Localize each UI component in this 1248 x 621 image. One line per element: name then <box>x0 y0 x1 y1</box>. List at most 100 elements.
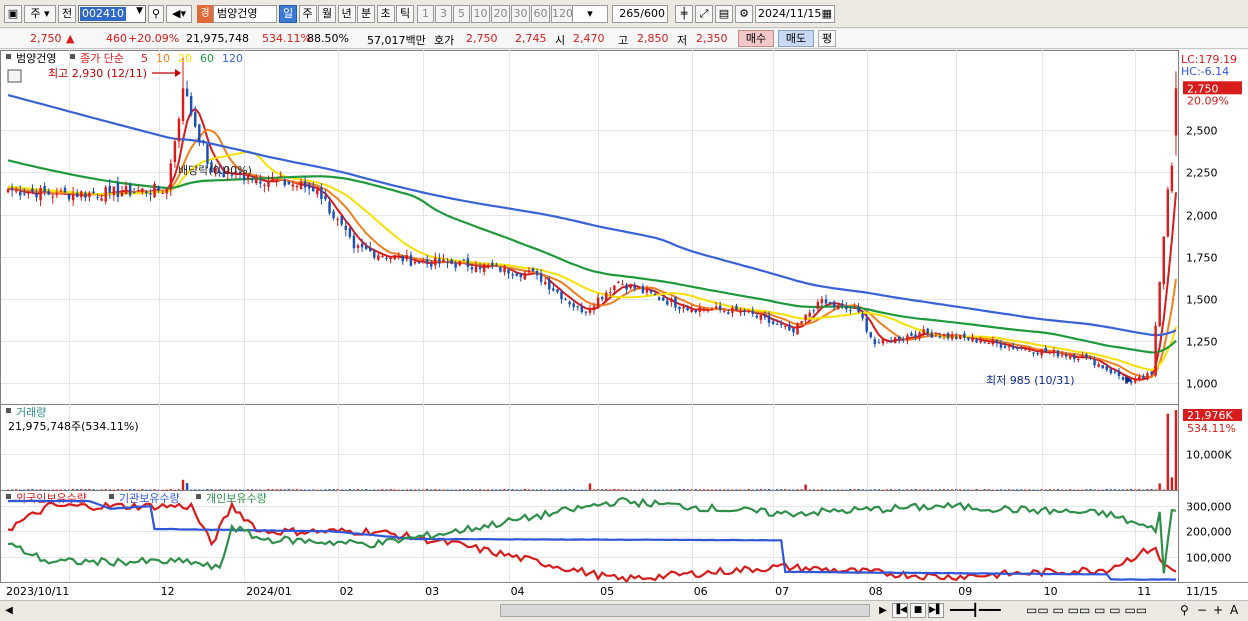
zoom-out-icon[interactable]: ⚲ <box>1180 603 1189 618</box>
candle-body <box>1052 350 1056 354</box>
candle-body <box>552 288 555 291</box>
layout-icons[interactable]: ▭▭ ▭ ▭▭ ▭ ▭ ▭▭ <box>1026 603 1147 618</box>
prev-button[interactable]: 전 <box>58 5 76 23</box>
volume-bar-2023/12/12 <box>185 483 189 490</box>
count-field[interactable]: 265/600 <box>612 5 668 23</box>
gear-icon[interactable]: ⚙ <box>735 5 753 23</box>
interval-button-120[interactable]: 120 <box>551 5 573 23</box>
interval-button-30[interactable]: 30 <box>511 5 530 23</box>
chevron-down-icon[interactable]: ▼ <box>136 6 143 16</box>
candle-body <box>633 285 636 289</box>
candle-body <box>88 192 91 198</box>
zoom-slider[interactable]: ━━━┫━━━ <box>950 603 1020 618</box>
interval-button-3[interactable]: 3 <box>435 5 452 23</box>
change-percent: +20.09% <box>128 32 180 45</box>
candle-body <box>495 264 498 266</box>
buy-button[interactable]: 매수 <box>738 30 774 47</box>
volume-bar-2024/04/09 <box>531 489 535 491</box>
candle-body <box>194 112 197 127</box>
volume-bar-2024/04/05 <box>523 489 527 490</box>
volume-bar-2024/01/29 <box>324 489 327 491</box>
period-main-select[interactable]: 주 ▾ <box>24 5 56 23</box>
period-button-0[interactable]: 일 <box>279 5 297 23</box>
scroll-thumb[interactable] <box>500 604 870 617</box>
interval-button-20[interactable]: 20 <box>491 5 510 23</box>
search-icon[interactable]: ⚲ <box>148 5 164 23</box>
volume-bar-2024/05/10 <box>625 489 628 491</box>
volume-bar-2024/06/11 <box>714 489 718 491</box>
ask-value: 2,750 <box>466 32 498 45</box>
candle-type-icon[interactable]: ╪ <box>675 5 693 23</box>
candle-body <box>279 176 282 178</box>
candle-body <box>702 309 706 311</box>
volume-bar-2024/08/13 <box>898 489 901 491</box>
candle-body <box>824 299 828 304</box>
volume-bar-2024/10/11 <box>1073 489 1076 491</box>
speaker-icon[interactable]: ◀▾ <box>166 5 192 23</box>
candle-body <box>605 292 608 301</box>
volume-bar-2024/04/08 <box>527 489 531 491</box>
volume-bar-2024/02/29 <box>417 489 421 491</box>
volume-bar-2024/10/21 <box>1097 489 1100 491</box>
code-value: 002410 <box>80 7 126 21</box>
sell-button[interactable]: 매도 <box>778 30 814 47</box>
candle-body <box>959 334 962 339</box>
grid-toggle-icon[interactable] <box>7 69 22 83</box>
volume-bar-2024/08/29 <box>946 489 950 491</box>
candle-body <box>462 259 466 261</box>
price-tick-label-6: 2,500 <box>1186 125 1218 138</box>
stock-name-field[interactable]: 범양건영 <box>213 5 277 23</box>
period-button-3[interactable]: 년 <box>337 5 356 23</box>
draw-tool-icon[interactable]: ⤢ <box>695 5 713 23</box>
volume-bar-2024/04/22 <box>568 489 571 491</box>
save-icon[interactable]: ▤ <box>715 5 733 23</box>
volume-bar-2024/03/13 <box>454 489 457 491</box>
period-button-5[interactable]: 초 <box>376 5 395 23</box>
candle-body <box>1105 366 1109 371</box>
candle-body <box>255 178 258 184</box>
interval-button-1[interactable]: 1 <box>417 5 434 23</box>
volume-bar-2023/10/18 <box>27 489 30 490</box>
volume-bar-2024/10/15 <box>1081 489 1084 491</box>
candle-body <box>23 193 26 195</box>
candle-body <box>889 340 893 343</box>
interval-select[interactable]: ▾ <box>572 5 608 23</box>
calendar-icon[interactable]: ▦ <box>822 6 832 22</box>
jump-first-icon[interactable]: ▐◀ <box>892 603 908 618</box>
font-size-icon[interactable]: A <box>1230 603 1238 618</box>
x-label-3: 02 <box>340 585 354 598</box>
volume-bar-2024/09/17 <box>999 489 1003 491</box>
scroll-left-arrow-icon[interactable]: ◀ <box>2 603 16 618</box>
minus-icon[interactable]: − <box>1197 603 1207 618</box>
period-button-2[interactable]: 월 <box>318 5 336 23</box>
candle-body <box>1158 281 1161 327</box>
interval-button-60[interactable]: 60 <box>531 5 550 23</box>
candle-body <box>657 297 661 300</box>
period-button-6[interactable]: 틱 <box>396 5 414 23</box>
volume-bar-2024/06/12 <box>718 489 722 491</box>
volume-bar-2024/06/19 <box>739 489 742 491</box>
volume-bar-2024/05/31 <box>686 489 689 491</box>
volume-bar-2024/06/24 <box>751 489 754 491</box>
scroll-right-arrow-icon[interactable]: ▶ <box>876 603 890 618</box>
candle-body <box>670 299 673 303</box>
date-field[interactable]: 2024/11/15 ▦ <box>755 5 835 23</box>
candle-body <box>389 257 392 260</box>
volume-bar-2024/07/04 <box>784 489 787 490</box>
volume-bar-2023/10/19 <box>31 489 34 490</box>
code-input[interactable]: 002410 ▼ <box>78 5 146 23</box>
chart-area[interactable]: 1,0001,2501,5001,7502,0002,2502,500LC:17… <box>0 50 1248 600</box>
jump-last-icon[interactable]: ▶▌ <box>928 603 944 618</box>
volume-bar-2024/04/17 <box>556 489 559 491</box>
window-menu-icon[interactable]: ▣ <box>4 5 22 23</box>
scroll-bar: ◀ ▶ ▐◀ ■ ▶▌ ━━━┫━━━ ▭▭ ▭ ▭▭ ▭ ▭ ▭▭ ⚲ − +… <box>0 600 1248 621</box>
volume-bar-2024/10/01 <box>1040 489 1043 491</box>
average-button[interactable]: 평 <box>818 30 836 47</box>
interval-button-10[interactable]: 10 <box>471 5 490 23</box>
period-button-4[interactable]: 분 <box>357 5 375 23</box>
stop-icon[interactable]: ■ <box>910 603 926 618</box>
plus-icon[interactable]: + <box>1213 603 1223 618</box>
volume-bar-2024/01/12 <box>279 489 282 491</box>
interval-button-5[interactable]: 5 <box>453 5 470 23</box>
period-button-1[interactable]: 주 <box>298 5 317 23</box>
